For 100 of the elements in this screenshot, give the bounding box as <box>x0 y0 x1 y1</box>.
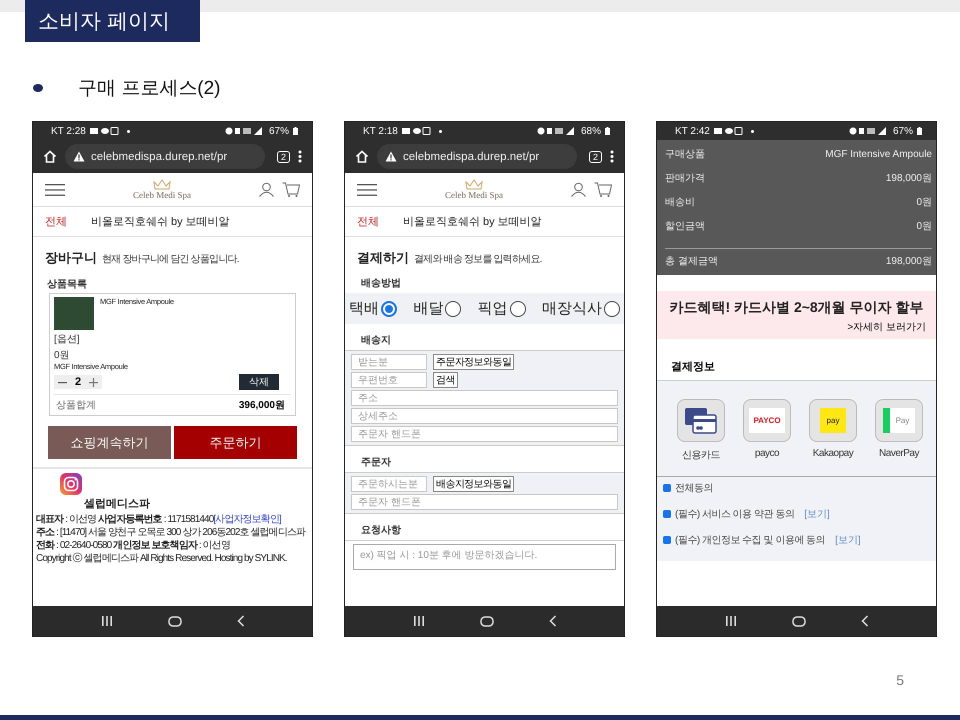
input-field[interactable]: 주문하시는분 <box>351 476 427 492</box>
warning-icon <box>73 151 85 162</box>
cart-icon[interactable] <box>594 182 612 197</box>
radio-option[interactable]: 택배 <box>349 299 397 318</box>
payment-method-button[interactable]: pay <box>809 399 857 442</box>
summary-label: 구매상품 <box>665 148 705 161</box>
summary-value: 0원 <box>916 196 932 209</box>
address-bar[interactable]: celebmedispa.durep.net/pr <box>65 144 265 169</box>
fill-button[interactable]: 배송지정보와동일 <box>433 476 514 492</box>
footer-text: 대표자 : 이선영 사업자등록번호 : 1171581440 <box>36 514 214 525</box>
agreement-checkbox[interactable]: (필수) 서비스 이용 약관 동의 <box>663 507 794 521</box>
site-logo[interactable]: Celeb Medi Spa <box>445 190 503 200</box>
user-icon[interactable] <box>571 182 586 197</box>
agreement-checkbox[interactable]: (필수) 개인정보 수집 및 이용에 동의 <box>663 533 826 547</box>
status-time: KT 2:28 <box>51 126 86 136</box>
option-price: 0원 <box>54 349 71 362</box>
fill-button[interactable]: 주문자정보와동일 <box>433 354 514 370</box>
payment-method-label: Kakaopay <box>812 448 854 459</box>
home-icon[interactable] <box>355 150 369 163</box>
status-time: KT 2:42 <box>675 126 710 136</box>
notification-dot-icon <box>126 130 130 132</box>
system-icons-drawing <box>536 127 577 135</box>
summary-value: MGF Intensive Ampoule <box>825 148 932 160</box>
recent-apps-icon[interactable] <box>100 616 112 626</box>
continue-shopping-button[interactable]: 쇼핑계속하기 <box>48 426 171 459</box>
back-icon[interactable] <box>236 615 244 627</box>
agreement-checkbox[interactable]: 전체동의 <box>663 481 713 495</box>
battery-percent: 68% <box>580 126 601 136</box>
delete-button[interactable]: 삭제 <box>239 374 279 390</box>
notification-icons-drawing <box>90 127 120 135</box>
input-field[interactable]: 우편번호 <box>351 372 427 388</box>
menu-icon[interactable] <box>298 150 302 163</box>
summary-value: 0원 <box>916 220 932 233</box>
payment-method-label: NaverPay <box>879 448 919 459</box>
radio-option[interactable]: 배달 <box>413 299 462 318</box>
option-label: [옵션] <box>54 333 81 346</box>
summary-label: 할인금액 <box>665 220 705 233</box>
brand-link[interactable]: 비올로직호쉐쉬 by 보떼비알 <box>91 214 230 229</box>
input-field[interactable]: 주문자 핸드폰 <box>351 494 618 510</box>
menu-icon[interactable] <box>45 184 65 196</box>
back-icon[interactable] <box>548 615 556 627</box>
fill-button[interactable]: 검색 <box>433 372 458 388</box>
recent-apps-icon[interactable] <box>412 616 424 626</box>
input-field[interactable]: 주문자 핸드폰 <box>351 426 618 442</box>
system-icons-drawing <box>224 127 265 135</box>
summary-label: 총 결제금액 <box>665 255 718 268</box>
battery-icon <box>917 127 922 135</box>
payment-method-button[interactable]: Pay <box>875 399 923 442</box>
home-button-icon[interactable] <box>480 616 494 626</box>
tab-count-button[interactable]: 2 <box>588 150 602 162</box>
battery-icon <box>293 127 298 135</box>
photo-placeholder <box>54 297 94 330</box>
business-info-link[interactable]: [사업자정보확인] <box>213 514 281 525</box>
home-button-icon[interactable] <box>168 616 182 626</box>
order-button[interactable]: 주문하기 <box>174 426 297 459</box>
radio-option[interactable]: 매장식사 <box>542 299 620 318</box>
summary-label: 배송비 <box>665 196 695 209</box>
crown-icon <box>465 179 483 190</box>
promo-headline: 카드혜택! 카드사별 2~8개월 무이자 할부 <box>668 299 924 317</box>
bullet-text: 구매 프로세스(2) <box>78 77 220 101</box>
category-link[interactable]: 전체 <box>357 214 379 229</box>
input-field[interactable]: 받는분 <box>351 354 427 370</box>
page-number: 5 <box>896 672 904 688</box>
input-field[interactable]: 상세주소 <box>351 408 618 424</box>
footer-text: Copyright ⓒ 셀럽메디스파 All Rights Reserved. Hosting by SYLINK. <box>36 553 287 564</box>
plus-icon[interactable] <box>89 378 98 386</box>
url-text: celebmedispa.durep.net/pr <box>403 150 540 162</box>
home-button-icon[interactable] <box>792 616 806 626</box>
recent-apps-icon[interactable] <box>724 616 736 626</box>
site-logo[interactable]: Celeb Medi Spa <box>133 190 191 200</box>
company-name: 셀럽메디스파 <box>84 497 151 511</box>
address-bar[interactable]: celebmedispa.durep.net/pr <box>377 144 577 169</box>
tab-count-button[interactable]: 2 <box>276 150 290 162</box>
section-label: 주문자 <box>360 456 392 469</box>
details-link[interactable]: >자세히 보러가기 <box>667 320 926 334</box>
camera-icon[interactable] <box>60 473 82 495</box>
menu-icon[interactable] <box>357 184 377 196</box>
bullet-icon <box>33 84 43 92</box>
total-amount: 396,000원 <box>238 399 285 412</box>
payment-method-button[interactable] <box>677 399 725 442</box>
category-link[interactable]: 전체 <box>45 214 67 229</box>
cart-icon[interactable] <box>282 182 300 197</box>
back-icon[interactable] <box>860 615 868 627</box>
brand-link[interactable]: 비올로직호쉐쉬 by 보떼비알 <box>403 214 542 229</box>
notification-icons-drawing <box>402 127 432 135</box>
page-title: 장바구니 <box>45 249 97 267</box>
radio-option[interactable]: 픽업 <box>478 299 526 318</box>
menu-icon[interactable] <box>610 150 614 163</box>
home-icon[interactable] <box>43 150 57 163</box>
summary-value: 198,000원 <box>886 172 932 185</box>
input-field[interactable]: 주소 <box>351 390 618 406</box>
user-icon[interactable] <box>259 182 274 197</box>
request-field[interactable]: ex) 픽업 시 : 10분 후에 방문하겠습니다. <box>353 544 616 570</box>
section-label: 요청사항 <box>360 524 402 537</box>
battery-percent: 67% <box>892 126 913 136</box>
slide-title: 소비자 페이지 <box>25 0 200 42</box>
section-label: 배송지 <box>360 334 392 347</box>
section-label: 상품목록 <box>47 278 88 291</box>
footer-text: 전화 : 02-2640-0580 개인정보 보호책임자 : 이선영 <box>36 540 230 551</box>
payment-method-button[interactable]: PAYCO <box>743 399 791 442</box>
